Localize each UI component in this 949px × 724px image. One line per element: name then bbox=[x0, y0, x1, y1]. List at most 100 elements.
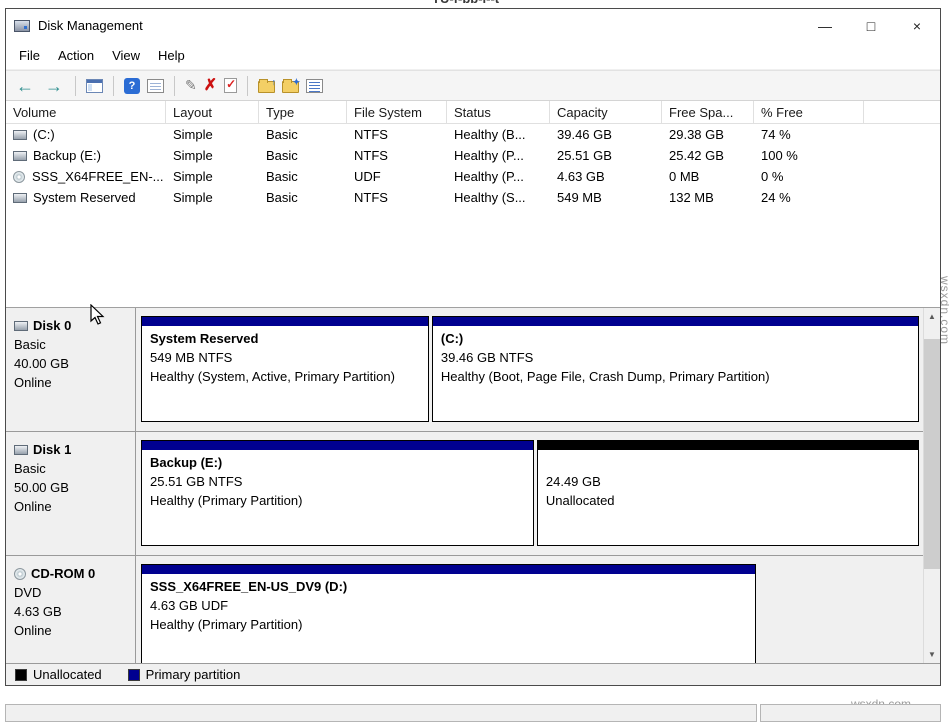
status-segment-right bbox=[760, 704, 941, 722]
column-header-pct-free[interactable]: % Free bbox=[754, 101, 864, 124]
volume-table-header: Volume Layout Type File System Status Ca… bbox=[6, 101, 940, 124]
column-header-capacity[interactable]: Capacity bbox=[550, 101, 662, 124]
status-cell: Healthy (P... bbox=[447, 145, 550, 166]
toolbar-separator bbox=[113, 76, 114, 96]
titlebar: Disk Management — □ × bbox=[6, 9, 940, 42]
scroll-up-icon[interactable]: ▲ bbox=[924, 308, 940, 325]
file-system-cell: UDF bbox=[347, 166, 447, 187]
column-header-file-system[interactable]: File System bbox=[347, 101, 447, 124]
file-system-cell: NTFS bbox=[347, 187, 447, 208]
disk-0-partitions: System Reserved 549 MB NTFS Healthy (Sys… bbox=[136, 308, 921, 431]
volume-cell: SSS_X64FREE_EN-... bbox=[6, 166, 166, 187]
unallocated-swatch bbox=[15, 669, 27, 681]
volume-row-system-reserved[interactable]: System Reserved Simple Basic NTFS Health… bbox=[6, 187, 940, 208]
back-icon[interactable]: ← bbox=[14, 77, 36, 95]
filler-cell bbox=[864, 187, 940, 208]
scrollbar-track[interactable] bbox=[924, 325, 940, 646]
status-bar bbox=[5, 704, 941, 722]
partition-status: Unallocated bbox=[546, 491, 918, 510]
disk-0-status: Online bbox=[14, 373, 131, 392]
disk-management-window: Disk Management — □ × File Action View H… bbox=[5, 8, 941, 686]
capacity-cell: 549 MB bbox=[550, 187, 662, 208]
free-space-cell: 0 MB bbox=[662, 166, 754, 187]
menu-file[interactable]: File bbox=[10, 43, 49, 68]
pct-free-cell: 24 % bbox=[754, 187, 864, 208]
column-header-free-space[interactable]: Free Spa... bbox=[662, 101, 754, 124]
type-cell: Basic bbox=[259, 145, 347, 166]
column-header-status[interactable]: Status bbox=[447, 101, 550, 124]
cdrom-name: CD-ROM 0 bbox=[14, 564, 131, 583]
scroll-down-icon[interactable]: ▼ bbox=[924, 646, 940, 663]
wand-icon[interactable]: ✎ bbox=[185, 77, 197, 94]
delete-volume-icon[interactable]: ✗ bbox=[204, 78, 217, 94]
partition-size: 549 MB NTFS bbox=[150, 348, 428, 367]
close-button[interactable]: × bbox=[894, 9, 940, 42]
partition-title: SSS_X64FREE_EN-US_DV9 (D:) bbox=[150, 577, 755, 596]
partition-banner bbox=[142, 565, 755, 574]
vertical-scrollbar[interactable]: ▲ ▼ bbox=[923, 308, 940, 663]
cdrom-info[interactable]: CD-ROM 0 DVD 4.63 GB Online bbox=[6, 556, 136, 663]
toolbar-separator bbox=[75, 76, 76, 96]
menu-action[interactable]: Action bbox=[49, 43, 103, 68]
layout-cell: Simple bbox=[166, 187, 259, 208]
disk-1-partitions: Backup (E:) 25.51 GB NTFS Healthy (Prima… bbox=[136, 432, 921, 555]
column-header-type[interactable]: Type bbox=[259, 101, 347, 124]
pct-free-cell: 0 % bbox=[754, 166, 864, 187]
scrollbar-thumb[interactable] bbox=[924, 339, 940, 569]
column-header-volume[interactable]: Volume bbox=[6, 101, 166, 124]
console-tree-icon[interactable] bbox=[86, 79, 103, 93]
partition-banner bbox=[433, 317, 918, 326]
folder-up-icon[interactable]: ↑ bbox=[258, 81, 275, 93]
partition-backup-e[interactable]: Backup (E:) 25.51 GB NTFS Healthy (Prima… bbox=[141, 440, 534, 546]
partition-status: Healthy (Primary Partition) bbox=[150, 491, 533, 510]
volume-name: (C:) bbox=[33, 127, 55, 142]
partition-size: 39.46 GB NTFS bbox=[441, 348, 918, 367]
partition-system-reserved[interactable]: System Reserved 549 MB NTFS Healthy (Sys… bbox=[141, 316, 429, 422]
disk-row-1: Disk 1 Basic 50.00 GB Online Backup (E:)… bbox=[6, 432, 940, 556]
check-document-icon[interactable]: ✓ bbox=[224, 78, 237, 93]
disk-0-kind: Basic bbox=[14, 335, 131, 354]
file-system-cell: NTFS bbox=[347, 124, 447, 145]
minimize-button[interactable]: — bbox=[802, 9, 848, 42]
partition-banner bbox=[538, 441, 918, 450]
partition-title: System Reserved bbox=[150, 329, 428, 348]
partition-title: (C:) bbox=[441, 329, 918, 348]
partition-status: Healthy (Primary Partition) bbox=[150, 615, 755, 634]
app-icon bbox=[14, 20, 30, 32]
forward-icon[interactable]: → bbox=[43, 77, 65, 95]
help-icon[interactable]: ? bbox=[124, 78, 140, 94]
volume-row-c[interactable]: (C:) Simple Basic NTFS Healthy (B... 39.… bbox=[6, 124, 940, 145]
folder-up-glyph: ↑ bbox=[272, 77, 277, 87]
filler-cell bbox=[864, 124, 940, 145]
check-glyph: ✓ bbox=[226, 77, 236, 91]
partition-unallocated[interactable]: 24.49 GB Unallocated bbox=[537, 440, 919, 546]
cropped-top-text: TU-f-bb-l--t bbox=[432, 0, 499, 7]
partition-c[interactable]: (C:) 39.46 GB NTFS Healthy (Boot, Page F… bbox=[432, 316, 919, 422]
folder-find-icon[interactable]: ✦ bbox=[282, 81, 299, 93]
partition-title: Backup (E:) bbox=[150, 453, 533, 472]
cdrom-kind: DVD bbox=[14, 583, 131, 602]
column-header-layout[interactable]: Layout bbox=[166, 101, 259, 124]
disk-0-info[interactable]: Disk 0 Basic 40.00 GB Online bbox=[6, 308, 136, 431]
menu-help[interactable]: Help bbox=[149, 43, 194, 68]
partition-title bbox=[546, 453, 918, 472]
menu-view[interactable]: View bbox=[103, 43, 149, 68]
disk-1-info[interactable]: Disk 1 Basic 50.00 GB Online bbox=[6, 432, 136, 555]
disk-1-kind: Basic bbox=[14, 459, 131, 478]
layout-cell: Simple bbox=[166, 145, 259, 166]
volume-row-dvd[interactable]: SSS_X64FREE_EN-... Simple Basic UDF Heal… bbox=[6, 166, 940, 187]
maximize-button[interactable]: □ bbox=[848, 9, 894, 42]
volume-name: SSS_X64FREE_EN-... bbox=[32, 169, 164, 184]
partition-dvd[interactable]: SSS_X64FREE_EN-US_DV9 (D:) 4.63 GB UDF H… bbox=[141, 564, 756, 663]
details-view-icon[interactable] bbox=[306, 79, 323, 93]
filler-cell bbox=[864, 145, 940, 166]
pct-free-cell: 100 % bbox=[754, 145, 864, 166]
primary-partition-swatch bbox=[128, 669, 140, 681]
volume-cell: Backup (E:) bbox=[6, 145, 166, 166]
volume-row-backup[interactable]: Backup (E:) Simple Basic NTFS Healthy (P… bbox=[6, 145, 940, 166]
type-cell: Basic bbox=[259, 166, 347, 187]
properties-pane-icon[interactable] bbox=[147, 79, 164, 93]
legend-bar: Unallocated Primary partition bbox=[6, 663, 940, 685]
disk-1-status: Online bbox=[14, 497, 131, 516]
status-segment-left bbox=[5, 704, 757, 722]
